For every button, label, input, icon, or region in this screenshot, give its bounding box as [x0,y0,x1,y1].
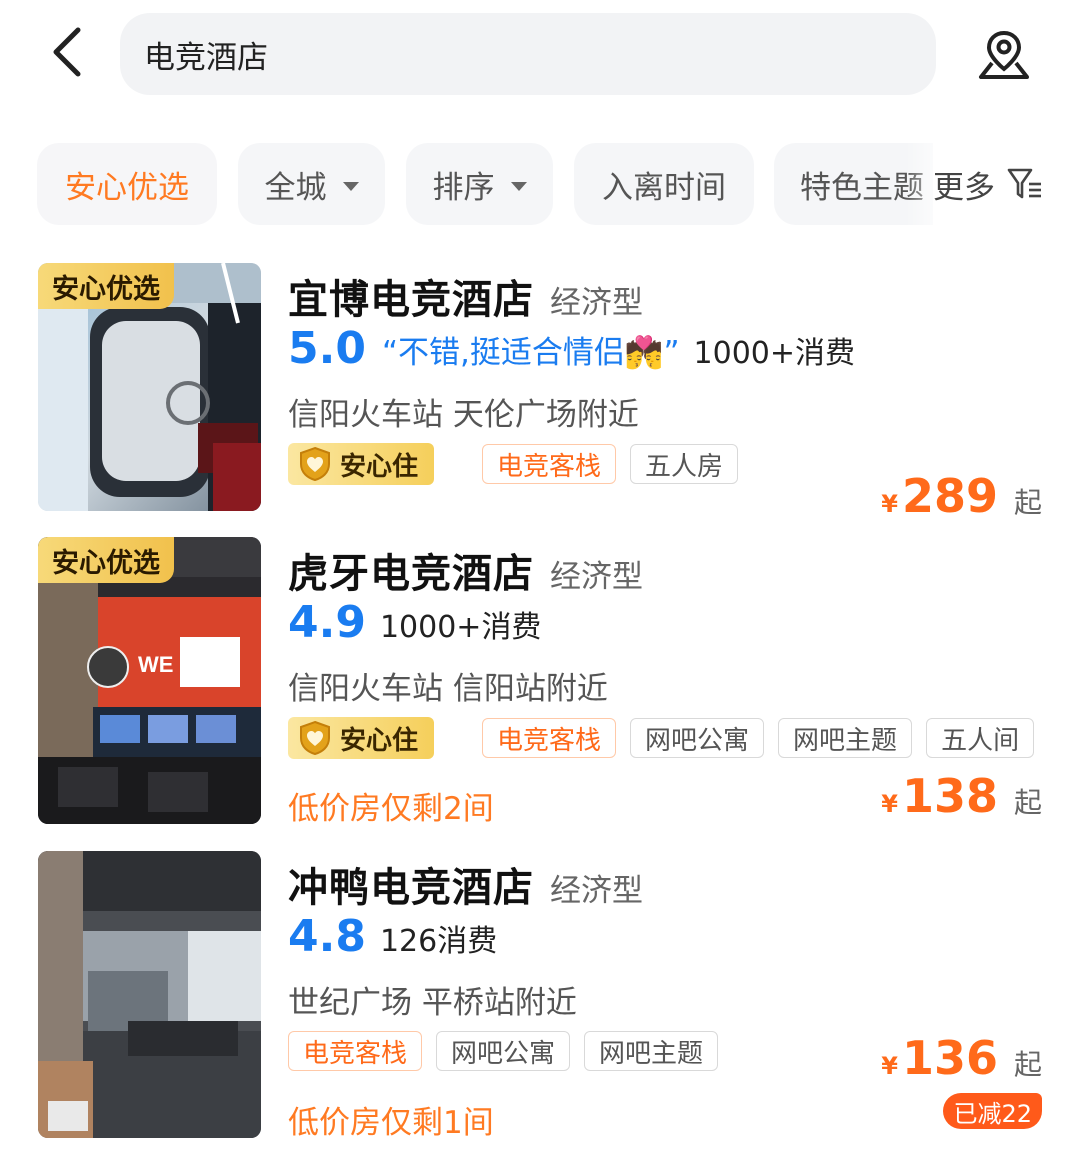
filter-label: 排序 [432,169,495,206]
hotel-tag: 网吧主题 [584,1031,719,1071]
filter-checkin-time[interactable]: 入离时间 [574,143,754,225]
anxin-zhu-badge: 安心住 [288,717,435,759]
search-query-text: 电竞酒店 [144,39,268,76]
price-suffix: 起 [1013,486,1042,519]
hotel-title-row: 宜博电竞酒店 经济型 [288,267,643,325]
hotel-photo: 安心优选 [38,263,261,511]
caret-down-icon [510,181,527,191]
shield-heart-icon [300,446,330,482]
discount-badge: 已减22 [943,1093,1042,1129]
anxin-zhu-label: 安心住 [340,725,419,756]
filter-anxin-youxuan[interactable]: 安心优选 [37,143,217,225]
map-button[interactable] [970,22,1038,88]
price-block: ¥ 136 起 [881,1031,1042,1085]
price-value: 138 [901,769,998,823]
back-button[interactable] [38,22,98,82]
anxin-youxuan-badge: 安心优选 [38,537,174,583]
rating-row: 4.9 1000+消费 [288,597,541,648]
caret-down-icon [342,181,359,191]
hotel-name: 虎牙电竞酒店 [288,551,534,597]
hotel-tag: 网吧公寓 [630,718,765,758]
hotel-title-row: 虎牙电竞酒店 经济型 [288,541,643,599]
hotel-type: 经济型 [550,873,643,909]
rating-score: 4.9 [288,597,366,648]
low-stock-notice: 低价房仅剩2间 [288,791,494,827]
map-pin-icon [979,30,1029,79]
hotel-tag: 电竞客栈 [482,718,617,758]
shield-heart-icon [300,720,330,756]
hotel-tag: 网吧主题 [778,718,913,758]
hotel-name: 冲鸭电竞酒店 [288,865,534,911]
filter-label: 安心优选 [65,169,189,206]
hotel-name: 宜博电竞酒店 [288,277,534,323]
hotel-photo [38,851,261,1138]
hotel-card[interactable]: 冲鸭电竞酒店 经济型 4.8 126消费 世纪广场 平桥站附近 电竞客栈 网吧公… [38,851,1042,1141]
tag-row: 安心住 电竞客栈 五人房 [288,443,739,485]
rating-row: 5.0 “不错,挺适合情侣💏” 1000+消费 [288,323,855,374]
hotel-card[interactable]: 安心优选 宜博电竞酒店 经济型 5.0 “不错,挺适合情侣💏” 1000+消费 … [38,263,1042,523]
filter-bar: 安心优选 全城 排序 入离时间 特色主题 更多 [37,143,1080,225]
filter-label: 全城 [264,169,327,206]
hotel-location: 世纪广场 平桥站附近 [288,985,577,1021]
tag-row: 电竞客栈 网吧公寓 网吧主题 [288,1031,719,1071]
price-value: 136 [901,1031,998,1085]
filter-funnel-icon [1007,168,1041,199]
anxin-youxuan-badge: 安心优选 [38,263,174,309]
hotel-title-row: 冲鸭电竞酒店 经济型 [288,855,643,913]
price-suffix: 起 [1013,786,1042,819]
hotel-card[interactable]: WE 安心优选 虎牙电竞酒店 经济型 4.9 1000+消费 信阳火车站 信阳站… [38,537,1042,827]
anxin-zhu-label: 安心住 [340,451,419,482]
low-stock-notice: 低价房仅剩1间 [288,1105,494,1141]
chevron-left-icon [53,27,81,77]
more-filters-button[interactable]: 更多 [933,143,1080,225]
hotel-tag: 电竞客栈 [288,1031,423,1071]
price-block: ¥ 138 起 [881,769,1042,823]
consume-count: 1000+消费 [693,336,856,371]
hotel-tag: 五人间 [926,718,1035,758]
search-input[interactable]: 电竞酒店 [120,13,936,95]
filter-sort[interactable]: 排序 [406,143,553,225]
more-label: 更多 [933,169,995,206]
rating-score: 5.0 [288,323,366,374]
hotel-location: 信阳火车站 信阳站附近 [288,671,608,707]
hotel-tag: 网吧公寓 [436,1031,571,1071]
hotel-photo: WE 安心优选 [38,537,261,824]
hotel-tag: 五人房 [630,444,739,484]
consume-count: 1000+消费 [379,610,542,645]
hotel-type: 经济型 [550,285,643,321]
rating-row: 4.8 126消费 [288,911,497,962]
filter-label: 入离时间 [602,169,726,206]
anxin-zhu-badge: 安心住 [288,443,435,485]
review-snippet: “不错,挺适合情侣💏” [381,335,680,371]
filter-city[interactable]: 全城 [238,143,385,225]
hotel-tag: 电竞客栈 [482,444,617,484]
tag-row: 安心住 电竞客栈 网吧公寓 网吧主题 五人间 [288,717,1035,759]
currency-symbol: ¥ [881,490,898,518]
consume-count: 126消费 [379,924,498,959]
svg-text:WE: WE [138,652,173,677]
currency-symbol: ¥ [881,1052,898,1080]
price-value: 289 [901,469,998,523]
hotel-type: 经济型 [550,559,643,595]
currency-symbol: ¥ [881,790,898,818]
hotel-location: 信阳火车站 天伦广场附近 [288,397,639,433]
rating-score: 4.8 [288,911,366,962]
price-block: ¥ 289 起 [881,469,1042,523]
price-suffix: 起 [1013,1048,1042,1081]
